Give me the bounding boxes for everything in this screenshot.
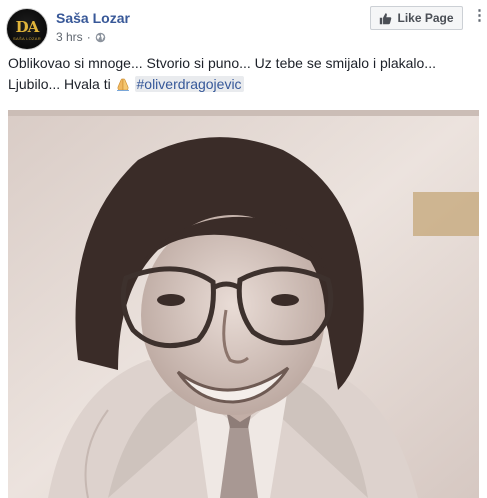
globe-icon[interactable] [95,32,106,43]
avatar-monogram: DA [15,18,40,36]
facebook-post: DA SAŠA LOZAR Saša Lozar 3 hrs · Like Pa… [0,0,487,498]
folded-hands-emoji [116,78,129,91]
page-avatar[interactable]: DA SAŠA LOZAR [6,8,48,50]
timestamp[interactable]: 3 hrs [56,30,83,44]
post-text: Oblikovao si mnoge... Stvorio si puno...… [8,53,478,95]
like-page-label: Like Page [397,11,454,25]
post-meta: 3 hrs · [56,30,106,44]
author-name[interactable]: Saša Lozar [56,10,130,26]
thumbs-up-icon [380,12,392,24]
portrait-photo [8,110,479,498]
post-text-line2: Ljubilo... Hvala ti [8,76,111,92]
like-page-button[interactable]: Like Page [370,6,463,30]
more-options-icon[interactable]: ⋮ [472,8,487,26]
post-text-line1: Oblikovao si mnoge... Stvorio si puno...… [8,55,436,71]
post-photo[interactable] [8,110,479,498]
hashtag-link[interactable]: #oliverdragojevic [134,76,244,92]
avatar-subtext: SAŠA LOZAR [13,36,41,41]
meta-separator: · [86,30,91,44]
